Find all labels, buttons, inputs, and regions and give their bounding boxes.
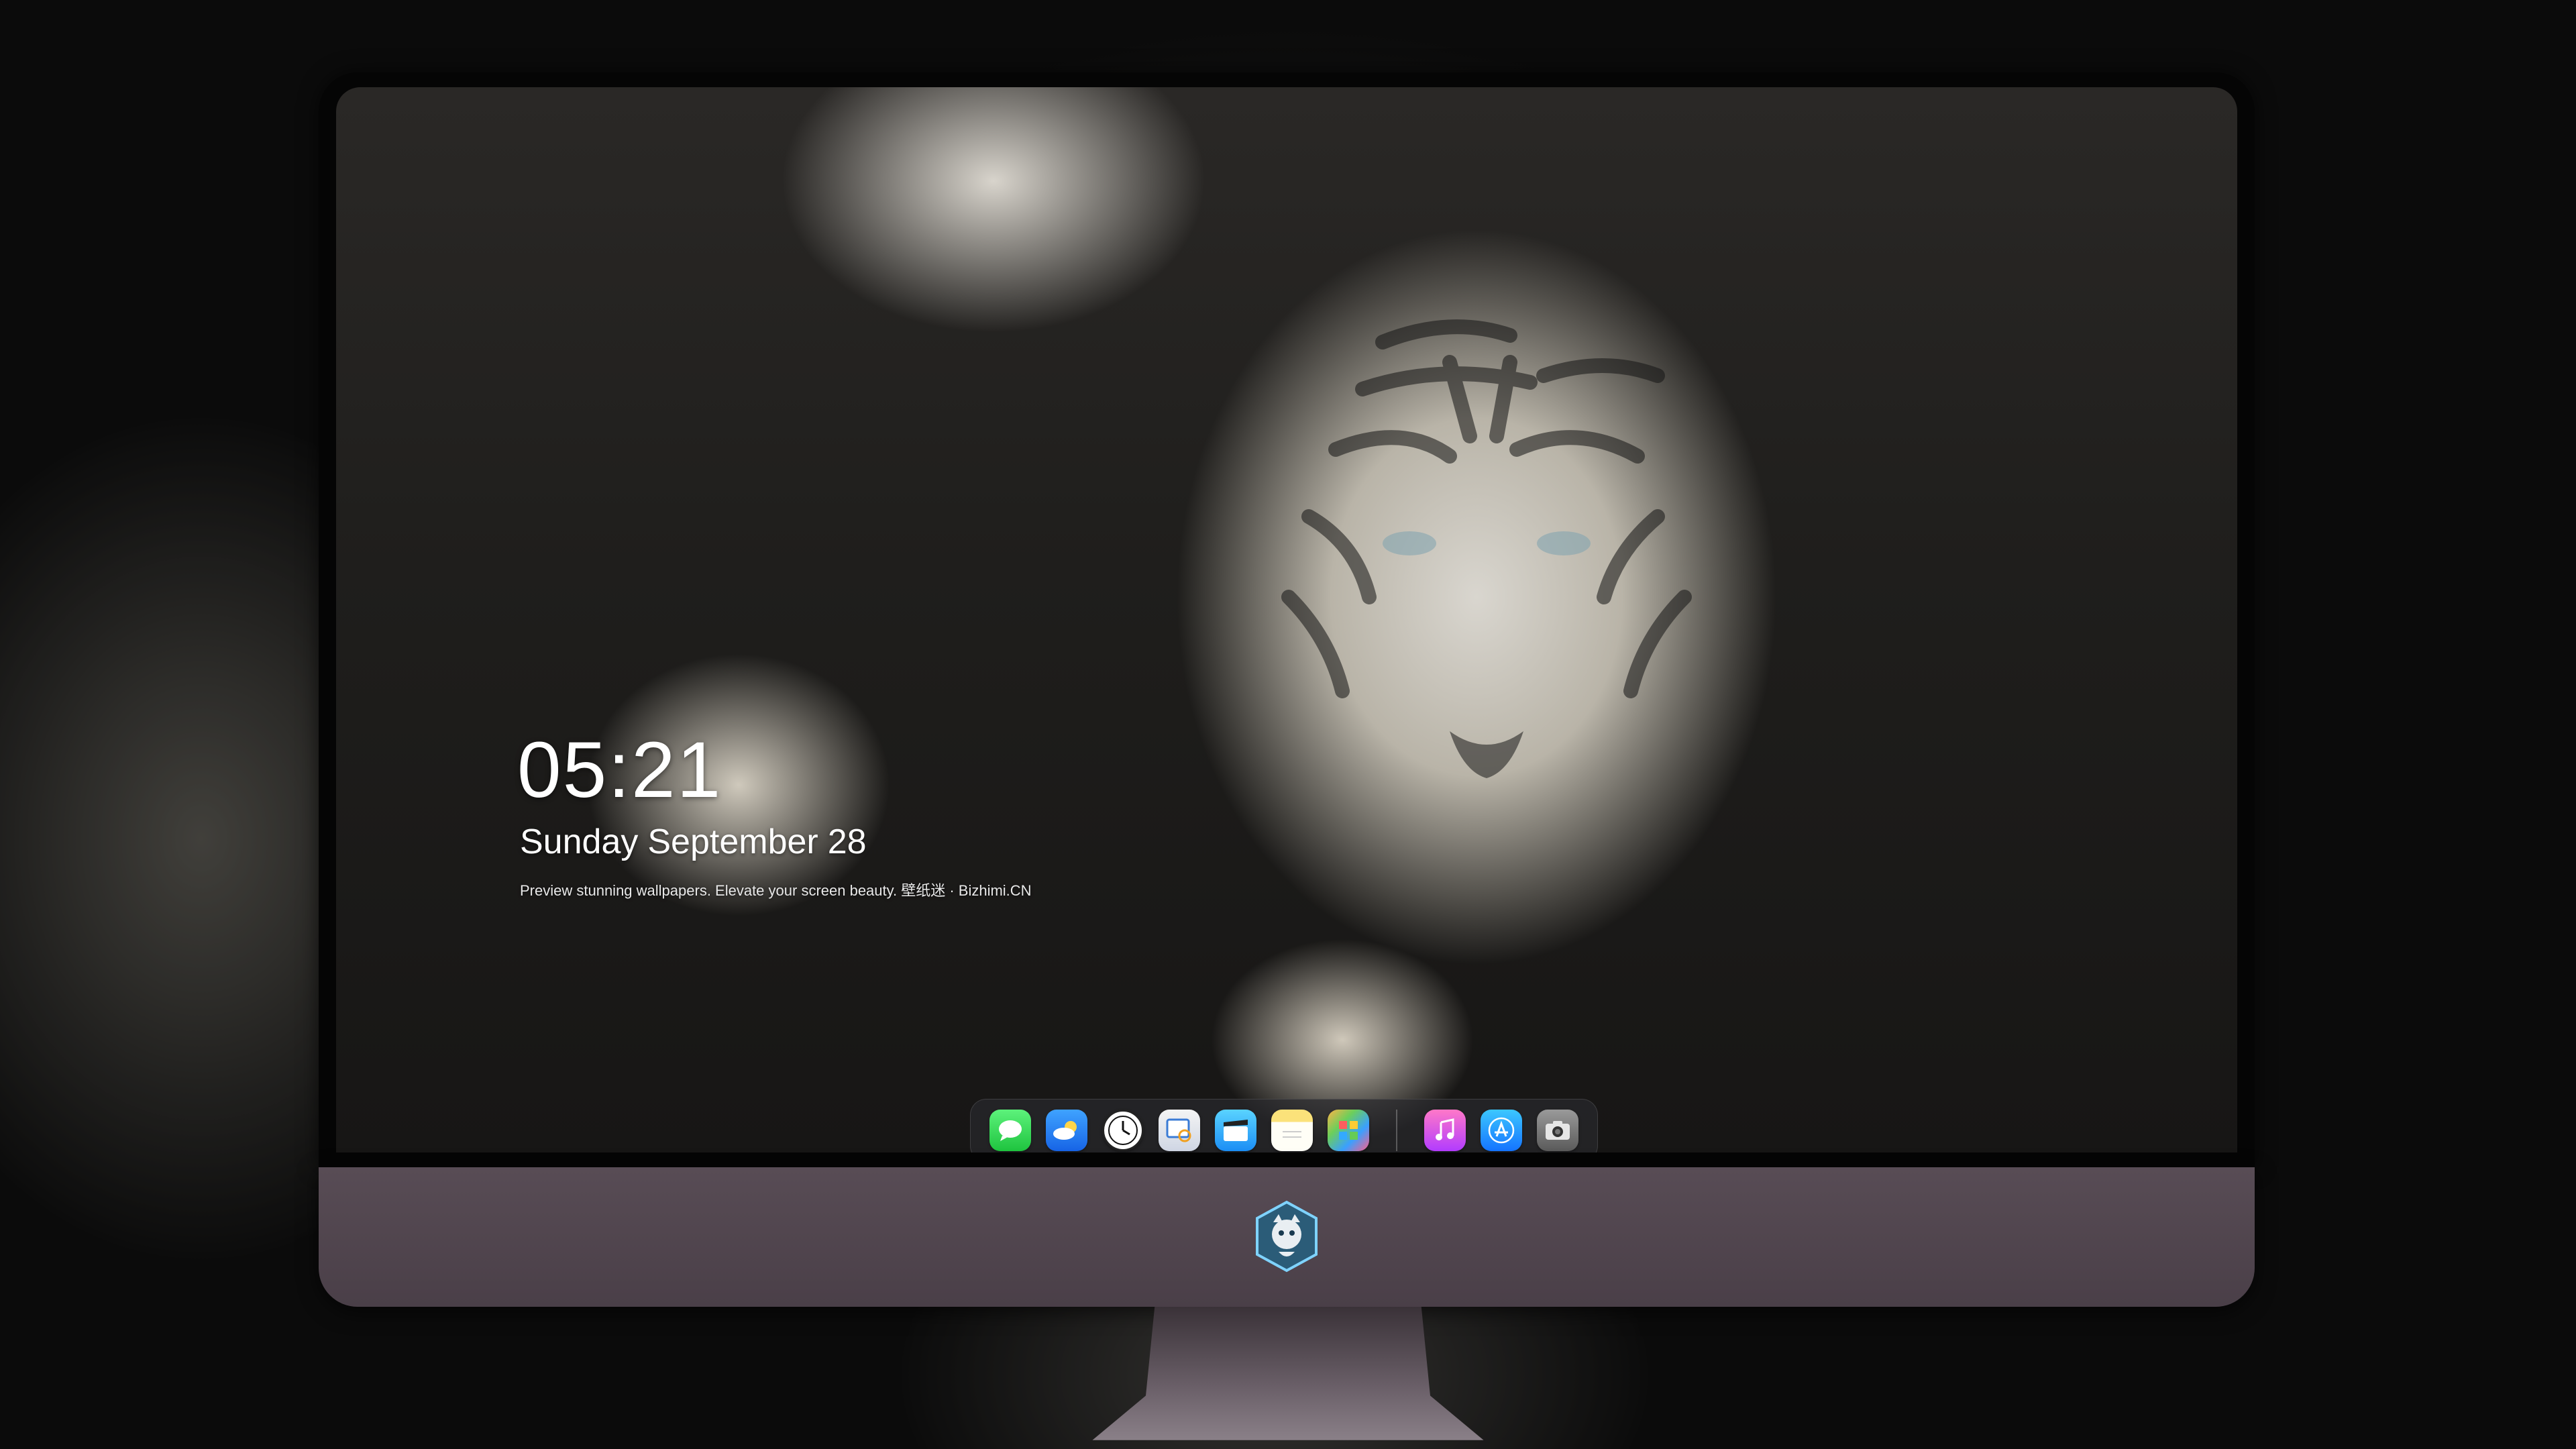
dock — [970, 1099, 1598, 1152]
wallpaper-tagline: Preview stunning wallpapers. Elevate you… — [520, 882, 1032, 899]
monitor-stand — [1092, 1307, 1484, 1440]
brand-logo-icon — [1256, 1200, 1318, 1273]
date-month: September — [647, 822, 818, 861]
clapperboard-icon[interactable] — [1215, 1110, 1256, 1151]
weather-icon[interactable] — [1046, 1110, 1087, 1151]
notes-icon[interactable] — [1271, 1110, 1313, 1151]
lock-screen-time: 05:21 — [517, 726, 722, 814]
lock-screen[interactable]: 05:21 Sunday September 28 Preview stunning… — [336, 87, 2237, 1152]
clock-icon[interactable] — [1102, 1110, 1144, 1151]
music-note-icon[interactable] — [1424, 1110, 1466, 1151]
monitor: 05:21 Sunday September 28 Preview stunning… — [319, 72, 2255, 1440]
tiger-wallpaper-stripes — [1281, 319, 1692, 778]
screen-bezel: 05:21 Sunday September 28 Preview stunning… — [319, 72, 2255, 1167]
monitor-chin — [319, 1167, 2255, 1307]
dock-separator — [1396, 1110, 1397, 1151]
messages-icon[interactable] — [989, 1110, 1031, 1151]
background-scene: 05:21 Sunday September 28 Preview stunning… — [0, 0, 2576, 1449]
photos-icon[interactable] — [1328, 1110, 1369, 1151]
lock-screen-date: Sunday September 28 — [520, 822, 876, 862]
app-store-icon[interactable] — [1481, 1110, 1522, 1151]
date-weekday: Sunday — [520, 822, 639, 861]
camera-icon[interactable] — [1537, 1110, 1578, 1151]
preview-icon[interactable] — [1159, 1110, 1200, 1151]
date-day: 28 — [827, 822, 867, 861]
